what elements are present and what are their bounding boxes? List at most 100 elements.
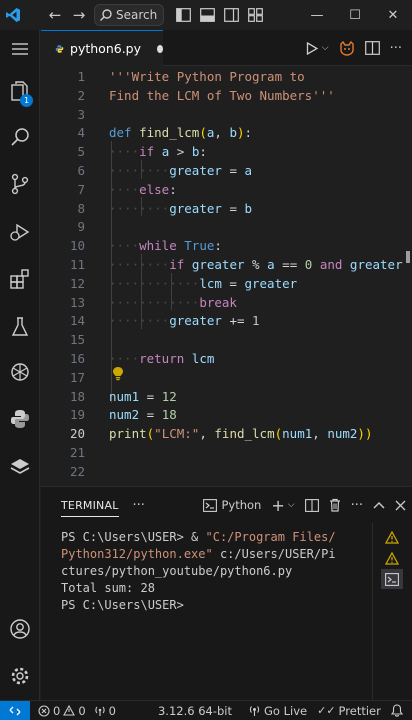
error-icon: [38, 704, 50, 717]
command-center-search[interactable]: Search: [94, 4, 165, 26]
run-dropdown-chevron-icon[interactable]: ⌵: [322, 43, 329, 53]
title-bar: ← → Search — ☐ ✕: [0, 0, 412, 30]
customize-layout-icon[interactable]: [248, 8, 264, 22]
toggle-secondary-sidebar-icon[interactable]: [224, 8, 240, 22]
notifications-bell-icon[interactable]: [390, 704, 403, 717]
ports-status[interactable]: 0: [94, 704, 116, 718]
ports-count: 0: [108, 703, 116, 718]
maximize-button[interactable]: ☐: [336, 8, 374, 23]
editor-tab-bar: python6.py ⌵ ···: [41, 30, 412, 66]
shell-label: Python: [221, 498, 262, 512]
tab-filename: python6.py: [70, 41, 141, 56]
back-arrow-icon[interactable]: ←: [46, 6, 64, 24]
code-editor[interactable]: 1 2 3 4 5 6 7 8 9 10 11 12 13 14 15 16 17 18 19 20 21 22 '''W…: [41, 66, 412, 486]
error-count: 0: [53, 703, 61, 718]
manage-gear-icon[interactable]: [0, 657, 40, 695]
run-python-file-icon[interactable]: [306, 41, 318, 55]
terminal-line: PS C:\Users\USER>: [61, 598, 184, 612]
extensions-icon[interactable]: [0, 260, 40, 298]
code-line: num2 = 18: [109, 407, 177, 423]
openai-icon[interactable]: [0, 353, 40, 391]
antenna-icon: [94, 706, 105, 716]
menu-icon[interactable]: [0, 30, 40, 68]
line-number: 9: [77, 219, 85, 235]
activity-bar: 1: [0, 30, 40, 700]
terminal-shell-selector[interactable]: Python: [203, 498, 261, 512]
forward-arrow-icon[interactable]: →: [70, 6, 88, 24]
go-live-button[interactable]: Go Live: [248, 704, 307, 718]
unsaved-dot-icon[interactable]: [157, 44, 163, 53]
vscode-logo-icon[interactable]: [0, 0, 26, 30]
python-interpreter-status[interactable]: 3.12.6 64-bit: [158, 704, 232, 718]
toggle-panel-icon[interactable]: [200, 8, 216, 22]
code-line: ············lcm = greater: [109, 275, 298, 291]
prettier-status[interactable]: ✓✓ Prettier: [317, 704, 381, 718]
broadcast-icon: [249, 706, 260, 716]
terminal-list: [372, 523, 412, 701]
scrollbar-slider[interactable]: [406, 251, 410, 263]
new-terminal-plus-icon[interactable]: +: [271, 496, 284, 515]
run-and-debug-icon[interactable]: [0, 213, 40, 251]
tab-terminal[interactable]: TERMINAL: [61, 493, 119, 517]
panel-more-icon[interactable]: ···: [133, 498, 145, 513]
explorer-icon[interactable]: 1: [0, 72, 40, 110]
terminal-dropdown-chevron-icon[interactable]: ⌵: [288, 500, 295, 510]
terminal-output[interactable]: PS C:\Users\USER> & "C:/Program Files/Py…: [61, 529, 336, 614]
line-number: 3: [77, 106, 85, 122]
terminal-icon: [203, 498, 218, 512]
search-icon: [100, 9, 112, 21]
close-button[interactable]: ✕: [374, 8, 412, 23]
code-line: '''Write Python Program to: [109, 69, 305, 84]
testing-flask-icon[interactable]: [0, 308, 40, 346]
search-label: Search: [116, 8, 158, 22]
split-editor-icon[interactable]: [364, 41, 380, 55]
code-line: ····if a > b:: [109, 144, 207, 160]
stack-icon[interactable]: [0, 448, 40, 486]
code-line: ········if greater % a == 0 and greater: [109, 257, 403, 272]
more-actions-icon[interactable]: ···: [390, 41, 402, 56]
lightbulb-icon[interactable]: [112, 366, 124, 381]
status-bar: 0 0 0 3.12.6 64-bit Go Live ✓✓ Prettier: [0, 700, 412, 720]
maximize-panel-chevron-up-icon[interactable]: [373, 501, 385, 509]
terminal-instance-icon[interactable]: [381, 569, 403, 589]
terminal-warning-icon[interactable]: [381, 548, 403, 568]
line-number: 14: [69, 313, 85, 329]
warning-icon: [63, 705, 76, 716]
panel-more-actions-icon[interactable]: ···: [351, 498, 363, 513]
explorer-badge: 1: [20, 94, 33, 107]
line-number: 20: [69, 426, 85, 442]
problems-status[interactable]: 0 0: [38, 704, 86, 718]
terminal-warning-icon[interactable]: [381, 527, 403, 547]
line-number: 5: [77, 144, 85, 160]
kill-terminal-trash-icon[interactable]: [329, 498, 341, 512]
toggle-primary-sidebar-icon[interactable]: [176, 8, 192, 22]
line-number: 18: [69, 388, 85, 404]
source-control-icon[interactable]: [0, 165, 40, 203]
code-line: ····else:: [109, 181, 177, 197]
code-line: Find the LCM of Two Numbers''': [109, 87, 335, 103]
code-line: ····while True:: [109, 238, 222, 254]
line-number: 19: [69, 407, 85, 423]
line-number: 15: [69, 332, 85, 348]
line-number: 1: [77, 69, 85, 84]
tab-python6[interactable]: python6.py: [41, 30, 163, 66]
code-line: ············break: [109, 294, 237, 310]
codeium-cat-icon[interactable]: [339, 40, 355, 56]
line-number: 8: [77, 200, 85, 216]
close-panel-icon[interactable]: [395, 500, 406, 511]
code-line: def find_lcm(a, b):: [109, 125, 253, 141]
search-activity-icon[interactable]: [0, 118, 40, 156]
split-terminal-icon[interactable]: [304, 498, 319, 512]
terminal-line: Python312/python.exe" c:/Users/USER/Pi: [61, 547, 336, 561]
line-number: 13: [69, 294, 85, 310]
accounts-icon[interactable]: [0, 610, 40, 648]
python-file-icon: [55, 44, 64, 53]
python-icon[interactable]: [0, 400, 40, 438]
code-line: print("LCM:", find_lcm(num1, num2)): [109, 426, 373, 442]
remote-indicator-icon[interactable]: [0, 700, 30, 720]
double-check-icon: ✓✓: [317, 704, 336, 717]
minimize-button[interactable]: —: [298, 8, 336, 23]
line-number: 21: [69, 445, 85, 460]
code-line: num1 = 12: [109, 388, 177, 404]
line-number: 6: [77, 163, 85, 178]
